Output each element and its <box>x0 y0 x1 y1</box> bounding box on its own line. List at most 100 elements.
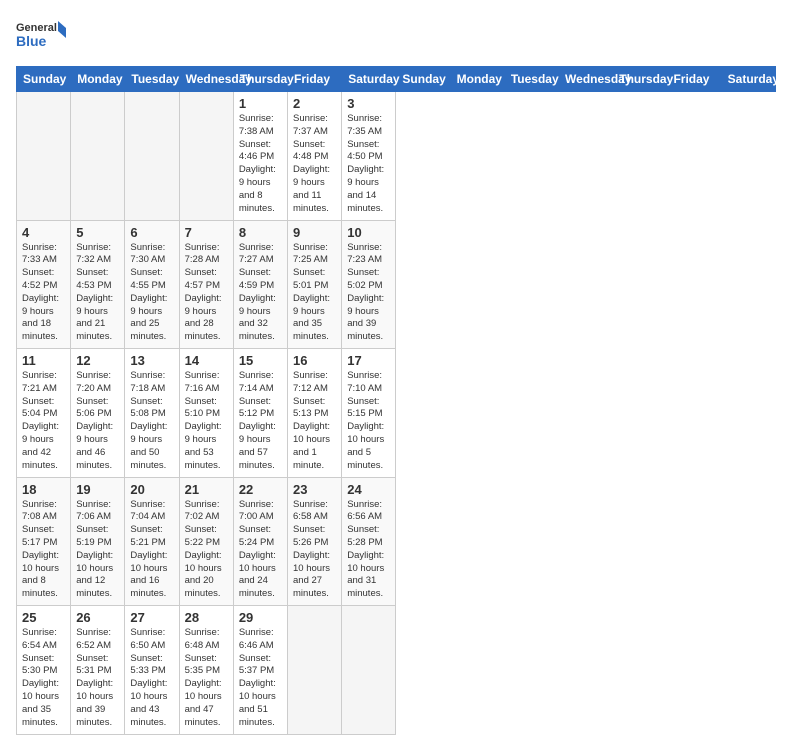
day-info: Sunrise: 7:08 AM Sunset: 5:17 PM Dayligh… <box>22 499 65 602</box>
calendar-day <box>288 606 342 735</box>
calendar-day: 2 Sunrise: 7:37 AM Sunset: 4:48 PM Daylig… <box>288 92 342 221</box>
weekday-header: Friday <box>288 67 342 92</box>
day-info: Sunrise: 7:27 AM Sunset: 4:59 PM Dayligh… <box>239 242 282 345</box>
calendar-day: 14 Sunrise: 7:16 AM Sunset: 5:10 PM Dayli… <box>179 349 233 478</box>
calendar-day: 1 Sunrise: 7:38 AM Sunset: 4:46 PM Daylig… <box>233 92 287 221</box>
day-number: 7 <box>185 225 228 240</box>
calendar-day: 23 Sunrise: 6:58 AM Sunset: 5:26 PM Dayli… <box>288 477 342 606</box>
day-info: Sunrise: 6:52 AM Sunset: 5:31 PM Dayligh… <box>76 627 119 730</box>
day-number: 26 <box>76 610 119 625</box>
day-number: 22 <box>239 482 282 497</box>
logo-svg: General Blue <box>16 16 66 56</box>
day-number: 4 <box>22 225 65 240</box>
calendar-day: 6 Sunrise: 7:30 AM Sunset: 4:55 PM Daylig… <box>125 220 179 349</box>
weekday-header: Sunday <box>17 67 71 92</box>
day-info: Sunrise: 7:14 AM Sunset: 5:12 PM Dayligh… <box>239 370 282 473</box>
calendar-day: 8 Sunrise: 7:27 AM Sunset: 4:59 PM Daylig… <box>233 220 287 349</box>
day-info: Sunrise: 7:18 AM Sunset: 5:08 PM Dayligh… <box>130 370 173 473</box>
weekday-header-friday: Friday <box>667 67 721 92</box>
calendar-day: 4Sunrise: 7:33 AM Sunset: 4:52 PM Daylig… <box>17 220 71 349</box>
day-number: 20 <box>130 482 173 497</box>
calendar-day: 27 Sunrise: 6:50 AM Sunset: 5:33 PM Dayli… <box>125 606 179 735</box>
day-number: 1 <box>239 96 282 111</box>
calendar-week: 11 Sunrise: 7:21 AM Sunset: 5:04 PM Dayli… <box>17 349 776 478</box>
day-number: 16 <box>293 353 336 368</box>
calendar-day: 22 Sunrise: 7:00 AM Sunset: 5:24 PM Dayli… <box>233 477 287 606</box>
weekday-header-wednesday: Wednesday <box>559 67 613 92</box>
day-number: 2 <box>293 96 336 111</box>
day-number: 21 <box>185 482 228 497</box>
day-info: Sunrise: 6:50 AM Sunset: 5:33 PM Dayligh… <box>130 627 173 730</box>
day-info: Sunrise: 7:00 AM Sunset: 5:24 PM Dayligh… <box>239 499 282 602</box>
calendar-day <box>179 92 233 221</box>
header-row: SundayMondayTuesdayWednesdayThursdayFrid… <box>17 67 776 92</box>
day-info: Sunrise: 7:23 AM Sunset: 5:02 PM Dayligh… <box>347 242 390 345</box>
weekday-header: Monday <box>71 67 125 92</box>
calendar-day: 7 Sunrise: 7:28 AM Sunset: 4:57 PM Daylig… <box>179 220 233 349</box>
calendar-day <box>125 92 179 221</box>
day-number: 11 <box>22 353 65 368</box>
day-number: 15 <box>239 353 282 368</box>
day-info: Sunrise: 6:54 AM Sunset: 5:30 PM Dayligh… <box>22 627 65 730</box>
day-number: 9 <box>293 225 336 240</box>
day-info: Sunrise: 7:02 AM Sunset: 5:22 PM Dayligh… <box>185 499 228 602</box>
day-number: 23 <box>293 482 336 497</box>
weekday-header-thursday: Thursday <box>613 67 667 92</box>
svg-text:Blue: Blue <box>16 33 47 49</box>
day-number: 24 <box>347 482 390 497</box>
day-info: Sunrise: 7:25 AM Sunset: 5:01 PM Dayligh… <box>293 242 336 345</box>
day-info: Sunrise: 7:20 AM Sunset: 5:06 PM Dayligh… <box>76 370 119 473</box>
weekday-header-saturday: Saturday <box>721 67 775 92</box>
day-info: Sunrise: 7:21 AM Sunset: 5:04 PM Dayligh… <box>22 370 65 473</box>
calendar-day: 18Sunrise: 7:08 AM Sunset: 5:17 PM Dayli… <box>17 477 71 606</box>
day-number: 19 <box>76 482 119 497</box>
day-number: 25 <box>22 610 65 625</box>
calendar-week: 18Sunrise: 7:08 AM Sunset: 5:17 PM Dayli… <box>17 477 776 606</box>
calendar-day: 24Sunrise: 6:56 AM Sunset: 5:28 PM Dayli… <box>342 477 396 606</box>
day-info: Sunrise: 7:37 AM Sunset: 4:48 PM Dayligh… <box>293 113 336 216</box>
calendar-day: 21 Sunrise: 7:02 AM Sunset: 5:22 PM Dayli… <box>179 477 233 606</box>
day-number: 8 <box>239 225 282 240</box>
calendar-week: 1 Sunrise: 7:38 AM Sunset: 4:46 PM Daylig… <box>17 92 776 221</box>
weekday-header: Saturday <box>342 67 396 92</box>
day-info: Sunrise: 7:12 AM Sunset: 5:13 PM Dayligh… <box>293 370 336 473</box>
weekday-header-tuesday: Tuesday <box>504 67 558 92</box>
calendar-day: 17 Sunrise: 7:10 AM Sunset: 5:15 PM Dayli… <box>342 349 396 478</box>
calendar-week: 4Sunrise: 7:33 AM Sunset: 4:52 PM Daylig… <box>17 220 776 349</box>
weekday-header: Wednesday <box>179 67 233 92</box>
day-info: Sunrise: 7:16 AM Sunset: 5:10 PM Dayligh… <box>185 370 228 473</box>
weekday-header-monday: Monday <box>450 67 504 92</box>
day-number: 13 <box>130 353 173 368</box>
day-info: Sunrise: 7:35 AM Sunset: 4:50 PM Dayligh… <box>347 113 390 216</box>
calendar-day <box>17 92 71 221</box>
day-number: 6 <box>130 225 173 240</box>
calendar-day: 19Sunrise: 7:06 AM Sunset: 5:19 PM Dayli… <box>71 477 125 606</box>
day-info: Sunrise: 7:04 AM Sunset: 5:21 PM Dayligh… <box>130 499 173 602</box>
weekday-header: Tuesday <box>125 67 179 92</box>
day-info: Sunrise: 7:10 AM Sunset: 5:15 PM Dayligh… <box>347 370 390 473</box>
calendar-day: 13 Sunrise: 7:18 AM Sunset: 5:08 PM Dayli… <box>125 349 179 478</box>
calendar-day: 11 Sunrise: 7:21 AM Sunset: 5:04 PM Dayli… <box>17 349 71 478</box>
weekday-header: Thursday <box>233 67 287 92</box>
calendar-day: 12 Sunrise: 7:20 AM Sunset: 5:06 PM Dayli… <box>71 349 125 478</box>
day-number: 5 <box>76 225 119 240</box>
day-number: 17 <box>347 353 390 368</box>
calendar-day: 28Sunrise: 6:48 AM Sunset: 5:35 PM Dayli… <box>179 606 233 735</box>
day-info: Sunrise: 6:58 AM Sunset: 5:26 PM Dayligh… <box>293 499 336 602</box>
logo: General Blue <box>16 16 66 56</box>
calendar-day: 5Sunrise: 7:32 AM Sunset: 4:53 PM Daylig… <box>71 220 125 349</box>
day-number: 29 <box>239 610 282 625</box>
day-number: 27 <box>130 610 173 625</box>
day-number: 12 <box>76 353 119 368</box>
calendar-table: SundayMondayTuesdayWednesdayThursdayFrid… <box>16 66 776 735</box>
day-info: Sunrise: 7:30 AM Sunset: 4:55 PM Dayligh… <box>130 242 173 345</box>
calendar-day: 10Sunrise: 7:23 AM Sunset: 5:02 PM Dayli… <box>342 220 396 349</box>
calendar-day: 25 Sunrise: 6:54 AM Sunset: 5:30 PM Dayli… <box>17 606 71 735</box>
calendar-day: 20 Sunrise: 7:04 AM Sunset: 5:21 PM Dayli… <box>125 477 179 606</box>
day-info: Sunrise: 7:38 AM Sunset: 4:46 PM Dayligh… <box>239 113 282 216</box>
day-number: 14 <box>185 353 228 368</box>
calendar-day: 29Sunrise: 6:46 AM Sunset: 5:37 PM Dayli… <box>233 606 287 735</box>
calendar-day: 9 Sunrise: 7:25 AM Sunset: 5:01 PM Daylig… <box>288 220 342 349</box>
day-info: Sunrise: 7:28 AM Sunset: 4:57 PM Dayligh… <box>185 242 228 345</box>
calendar-day: 3Sunrise: 7:35 AM Sunset: 4:50 PM Daylig… <box>342 92 396 221</box>
